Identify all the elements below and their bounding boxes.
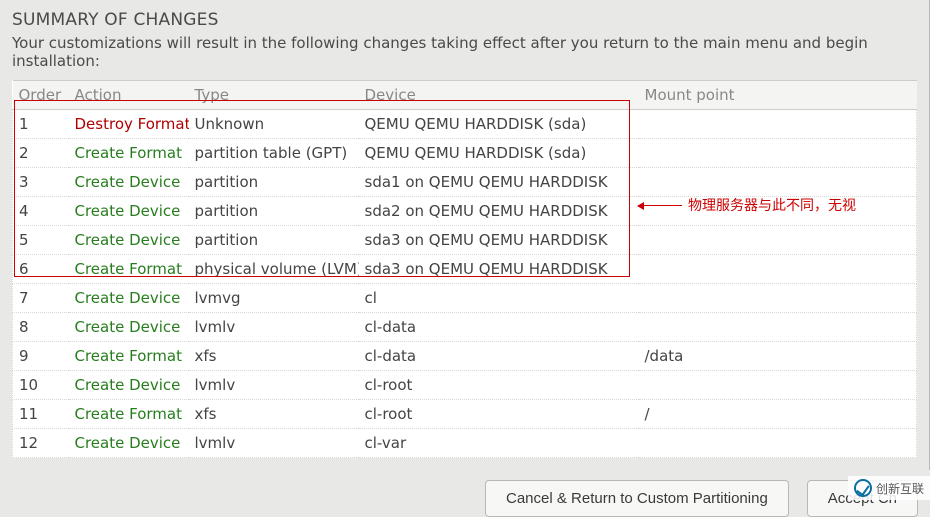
cell-mount (639, 197, 917, 226)
table-row[interactable]: 10Create Devicelvmlvcl-root (13, 371, 917, 400)
cell-order: 5 (13, 226, 69, 255)
cell-device: cl (359, 284, 639, 313)
cell-action: Create Device (69, 371, 189, 400)
cell-device: sda2 on QEMU QEMU HARDDISK (359, 197, 639, 226)
cell-device: QEMU QEMU HARDDISK (sda) (359, 110, 639, 139)
cell-device: cl-root (359, 371, 639, 400)
col-mount[interactable]: Mount point (639, 81, 917, 110)
cell-device: cl-data (359, 313, 639, 342)
cell-type: partition (189, 197, 359, 226)
cell-mount (639, 313, 917, 342)
cell-type: Unknown (189, 110, 359, 139)
cell-mount: /data (639, 342, 917, 371)
cell-device: cl-var (359, 429, 639, 458)
cell-device: sda1 on QEMU QEMU HARDDISK (359, 168, 639, 197)
summary-dialog: SUMMARY OF CHANGES Your customizations w… (0, 0, 930, 470)
cell-mount (639, 226, 917, 255)
cell-device: sda3 on QEMU QEMU HARDDISK (359, 226, 639, 255)
cell-action: Create Device (69, 313, 189, 342)
cell-type: partition (189, 168, 359, 197)
cell-device: cl-data (359, 342, 639, 371)
cell-mount (639, 255, 917, 284)
cell-order: 7 (13, 284, 69, 313)
cell-order: 4 (13, 197, 69, 226)
table-row[interactable]: 7Create Devicelvmvgcl (13, 284, 917, 313)
dialog-title: SUMMARY OF CHANGES (12, 10, 917, 30)
table-row[interactable]: 5Create Devicepartitionsda3 on QEMU QEMU… (13, 226, 917, 255)
cell-order: 10 (13, 371, 69, 400)
cell-mount: / (639, 400, 917, 429)
dialog-buttonbar: Cancel & Return to Custom Partitioning A… (0, 470, 930, 517)
cell-action: Create Device (69, 284, 189, 313)
cell-mount (639, 429, 917, 458)
watermark-text: 创新互联 (876, 480, 924, 497)
cell-order: 8 (13, 313, 69, 342)
cell-type: lvmlv (189, 313, 359, 342)
cell-mount (639, 139, 917, 168)
table-row[interactable]: 8Create Devicelvmlvcl-data (13, 313, 917, 342)
cancel-button[interactable]: Cancel & Return to Custom Partitioning (485, 480, 789, 517)
cell-type: partition (189, 226, 359, 255)
table-row[interactable]: 9Create Formatxfscl-data/data (13, 342, 917, 371)
cell-order: 2 (13, 139, 69, 168)
col-order[interactable]: Order (13, 81, 69, 110)
cell-device: sda3 on QEMU QEMU HARDDISK (359, 255, 639, 284)
cell-device: QEMU QEMU HARDDISK (sda) (359, 139, 639, 168)
cell-action: Create Device (69, 168, 189, 197)
cell-order: 3 (13, 168, 69, 197)
watermark-logo-icon (854, 479, 872, 497)
cell-mount (639, 284, 917, 313)
cell-action: Create Device (69, 429, 189, 458)
cell-type: partition table (GPT) (189, 139, 359, 168)
cell-action: Create Format (69, 139, 189, 168)
cell-type: physical volume (LVM) (189, 255, 359, 284)
dialog-subtitle: Your customizations will result in the f… (12, 34, 917, 70)
table-row[interactable]: 11Create Formatxfscl-root/ (13, 400, 917, 429)
table-row[interactable]: 4Create Devicepartitionsda2 on QEMU QEMU… (13, 197, 917, 226)
cell-type: lvmvg (189, 284, 359, 313)
table-row[interactable]: 3Create Devicepartitionsda1 on QEMU QEMU… (13, 168, 917, 197)
cell-type: lvmlv (189, 371, 359, 400)
table-row[interactable]: 2Create Formatpartition table (GPT)QEMU … (13, 139, 917, 168)
cell-order: 9 (13, 342, 69, 371)
cell-order: 6 (13, 255, 69, 284)
cell-order: 12 (13, 429, 69, 458)
cell-action: Destroy Format (69, 110, 189, 139)
cell-action: Create Format (69, 255, 189, 284)
cell-action: Create Device (69, 226, 189, 255)
table-row[interactable]: 12Create Devicelvmlvcl-var (13, 429, 917, 458)
cell-order: 1 (13, 110, 69, 139)
cell-mount (639, 110, 917, 139)
cell-order: 11 (13, 400, 69, 429)
cell-mount (639, 371, 917, 400)
cell-action: Create Format (69, 400, 189, 429)
cell-action: Create Format (69, 342, 189, 371)
table-row[interactable]: 6Create Formatphysical volume (LVM)sda3 … (13, 255, 917, 284)
col-device[interactable]: Device (359, 81, 639, 110)
changes-table: Order Action Type Device Mount point 1De… (12, 80, 917, 458)
cell-action: Create Device (69, 197, 189, 226)
cell-device: cl-root (359, 400, 639, 429)
table-header-row: Order Action Type Device Mount point (13, 81, 917, 110)
cell-type: lvmlv (189, 429, 359, 458)
table-row[interactable]: 1Destroy FormatUnknownQEMU QEMU HARDDISK… (13, 110, 917, 139)
cell-type: xfs (189, 400, 359, 429)
cell-type: xfs (189, 342, 359, 371)
col-action[interactable]: Action (69, 81, 189, 110)
col-type[interactable]: Type (189, 81, 359, 110)
cell-mount (639, 168, 917, 197)
watermark: 创新互联 (848, 476, 930, 500)
